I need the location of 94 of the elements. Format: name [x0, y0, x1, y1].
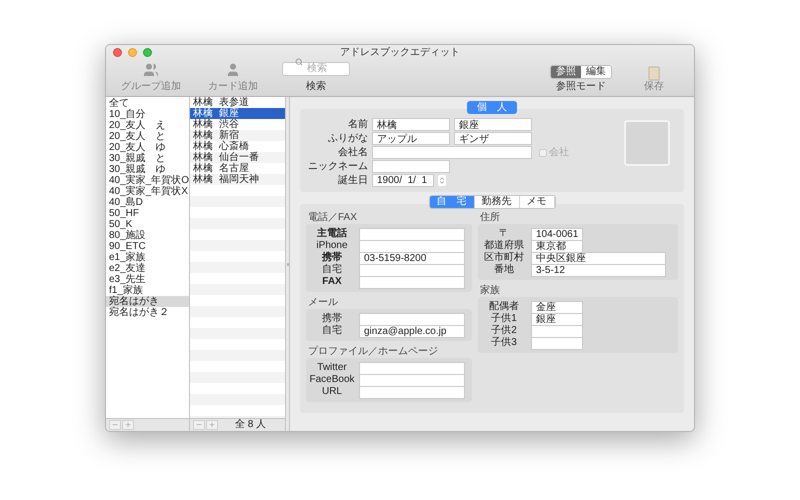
people-icon[interactable] [143, 62, 159, 78]
group-item[interactable]: 50_HF [106, 208, 189, 219]
field-label: 子供1 [490, 314, 518, 324]
input-field[interactable]: ギンザ [454, 132, 532, 145]
card-item[interactable]: 林檎 銀座 [190, 108, 285, 119]
window-title: アドレスブックエディット [340, 47, 460, 59]
field-label: Twitter [316, 363, 348, 373]
zoom-button[interactable] [143, 48, 152, 57]
card-count: 全 8 人 [234, 420, 268, 430]
input-field[interactable]: 03-5159-8200 [359, 252, 465, 264]
field-label: FAX [321, 277, 343, 287]
input-field[interactable] [359, 228, 465, 240]
group-item[interactable]: f1_家族 [106, 285, 189, 296]
field-label: URL [320, 387, 343, 397]
group-item[interactable]: 90_ETC [106, 241, 189, 252]
input-field[interactable]: 1900/ 1/ 1 [372, 174, 434, 187]
group-item[interactable]: e3_先生 [106, 274, 189, 285]
field-label: 名前 [347, 120, 368, 130]
group-title: 電話／FAX [307, 212, 358, 224]
field-label: 携帯 [320, 253, 343, 263]
group-item[interactable]: 20_友人 ゆ [106, 142, 189, 153]
field-label: 都道府県 [483, 241, 525, 251]
search-field[interactable]: 検索 [282, 62, 350, 76]
input-field[interactable]: 金座 [531, 300, 583, 314]
field-label: 〒 [498, 229, 510, 239]
stepper-icon[interactable] [438, 175, 446, 186]
input-field[interactable] [531, 324, 583, 338]
input-field[interactable]: 104-0061 [531, 228, 583, 240]
group-item[interactable]: 40_実家_年賀状O [106, 175, 189, 186]
group-item[interactable]: 40_島D [106, 197, 189, 208]
group-title: メール [307, 297, 339, 309]
notebook-icon[interactable] [648, 66, 660, 81]
field-label: 会社名 [337, 148, 368, 158]
input-field[interactable]: 林檎 [372, 118, 450, 131]
group-item[interactable]: e2_友達 [106, 263, 189, 274]
input-field[interactable]: 3-5-12 [531, 264, 666, 276]
field-label: 誕生日 [337, 176, 368, 186]
toolbar-label: 参照モード [556, 81, 606, 93]
field-label: 携帯 [321, 314, 343, 324]
group-item[interactable]: 宛名はがき [106, 296, 189, 307]
group-item[interactable]: 80_施設 [106, 230, 189, 241]
field-label: iPhone [315, 241, 349, 251]
person-icon[interactable] [225, 62, 241, 78]
toolbar-label: 保存 [644, 81, 664, 93]
field-label: 自宅 [321, 265, 343, 275]
input-field[interactable] [359, 240, 465, 252]
field-label: 区市町村 [483, 253, 525, 263]
field-label: 主電話 [316, 229, 348, 239]
input-field[interactable]: 東京都 [531, 240, 583, 252]
field-label: FaceBook [309, 375, 355, 385]
group-item[interactable]: 30_親戚 と [106, 153, 189, 164]
input-field[interactable] [359, 264, 465, 276]
splitter-handle[interactable] [286, 262, 288, 266]
group-item[interactable]: e1_家族 [106, 252, 189, 263]
mode-segment[interactable]: 参照 [551, 66, 581, 78]
close-button[interactable] [113, 48, 122, 57]
input-field[interactable]: 銀座 [531, 312, 583, 326]
input-field[interactable] [359, 386, 465, 398]
field-label: ふりがな [327, 134, 368, 144]
field-label: 自宅 [321, 326, 343, 336]
input-field[interactable] [372, 146, 532, 159]
group-item[interactable]: 全て [106, 98, 189, 109]
checkbox-label: 会社 [549, 148, 569, 158]
input-field[interactable] [359, 312, 465, 326]
field-label: 子供2 [490, 326, 518, 336]
group-item[interactable]: 20_友人 え [106, 120, 189, 131]
group-item[interactable]: 20_友人 と [106, 131, 189, 142]
toolbar-label: 検索 [306, 81, 326, 93]
input-field[interactable] [359, 276, 465, 288]
field-label: ニックネーム [307, 162, 368, 172]
field-label: 配偶者 [488, 302, 520, 312]
input-field[interactable] [372, 160, 450, 173]
input-field[interactable] [359, 374, 465, 386]
input-field[interactable]: ginza@apple.co.jp [359, 324, 465, 338]
field-label: 番地 [493, 265, 515, 275]
group-item[interactable]: 50_K [106, 219, 189, 230]
toolbar-label: カード追加 [208, 81, 258, 93]
input-field[interactable] [531, 336, 583, 350]
group-item[interactable]: 40_実家_年賀状X [106, 186, 189, 197]
group-title: 住所 [479, 212, 501, 224]
toolbar-label: グループ追加 [121, 81, 181, 93]
input-field[interactable]: 銀座 [454, 118, 532, 131]
minimize-button[interactable] [128, 48, 137, 57]
group-item[interactable]: 10_自分 [106, 109, 189, 120]
photo-well[interactable] [624, 120, 670, 166]
group-item[interactable]: 宛名はがき２ [106, 307, 189, 318]
field-label: 子供3 [490, 338, 518, 348]
group-title: プロファイル／ホームページ [307, 346, 439, 358]
input-field[interactable]: 中央区銀座 [531, 252, 666, 264]
group-title: 家族 [479, 285, 501, 297]
input-field[interactable] [359, 362, 465, 374]
group-item[interactable]: 30_親戚 ゆ [106, 164, 189, 175]
input-field[interactable]: アップル [372, 132, 450, 145]
search-icon [295, 58, 303, 66]
